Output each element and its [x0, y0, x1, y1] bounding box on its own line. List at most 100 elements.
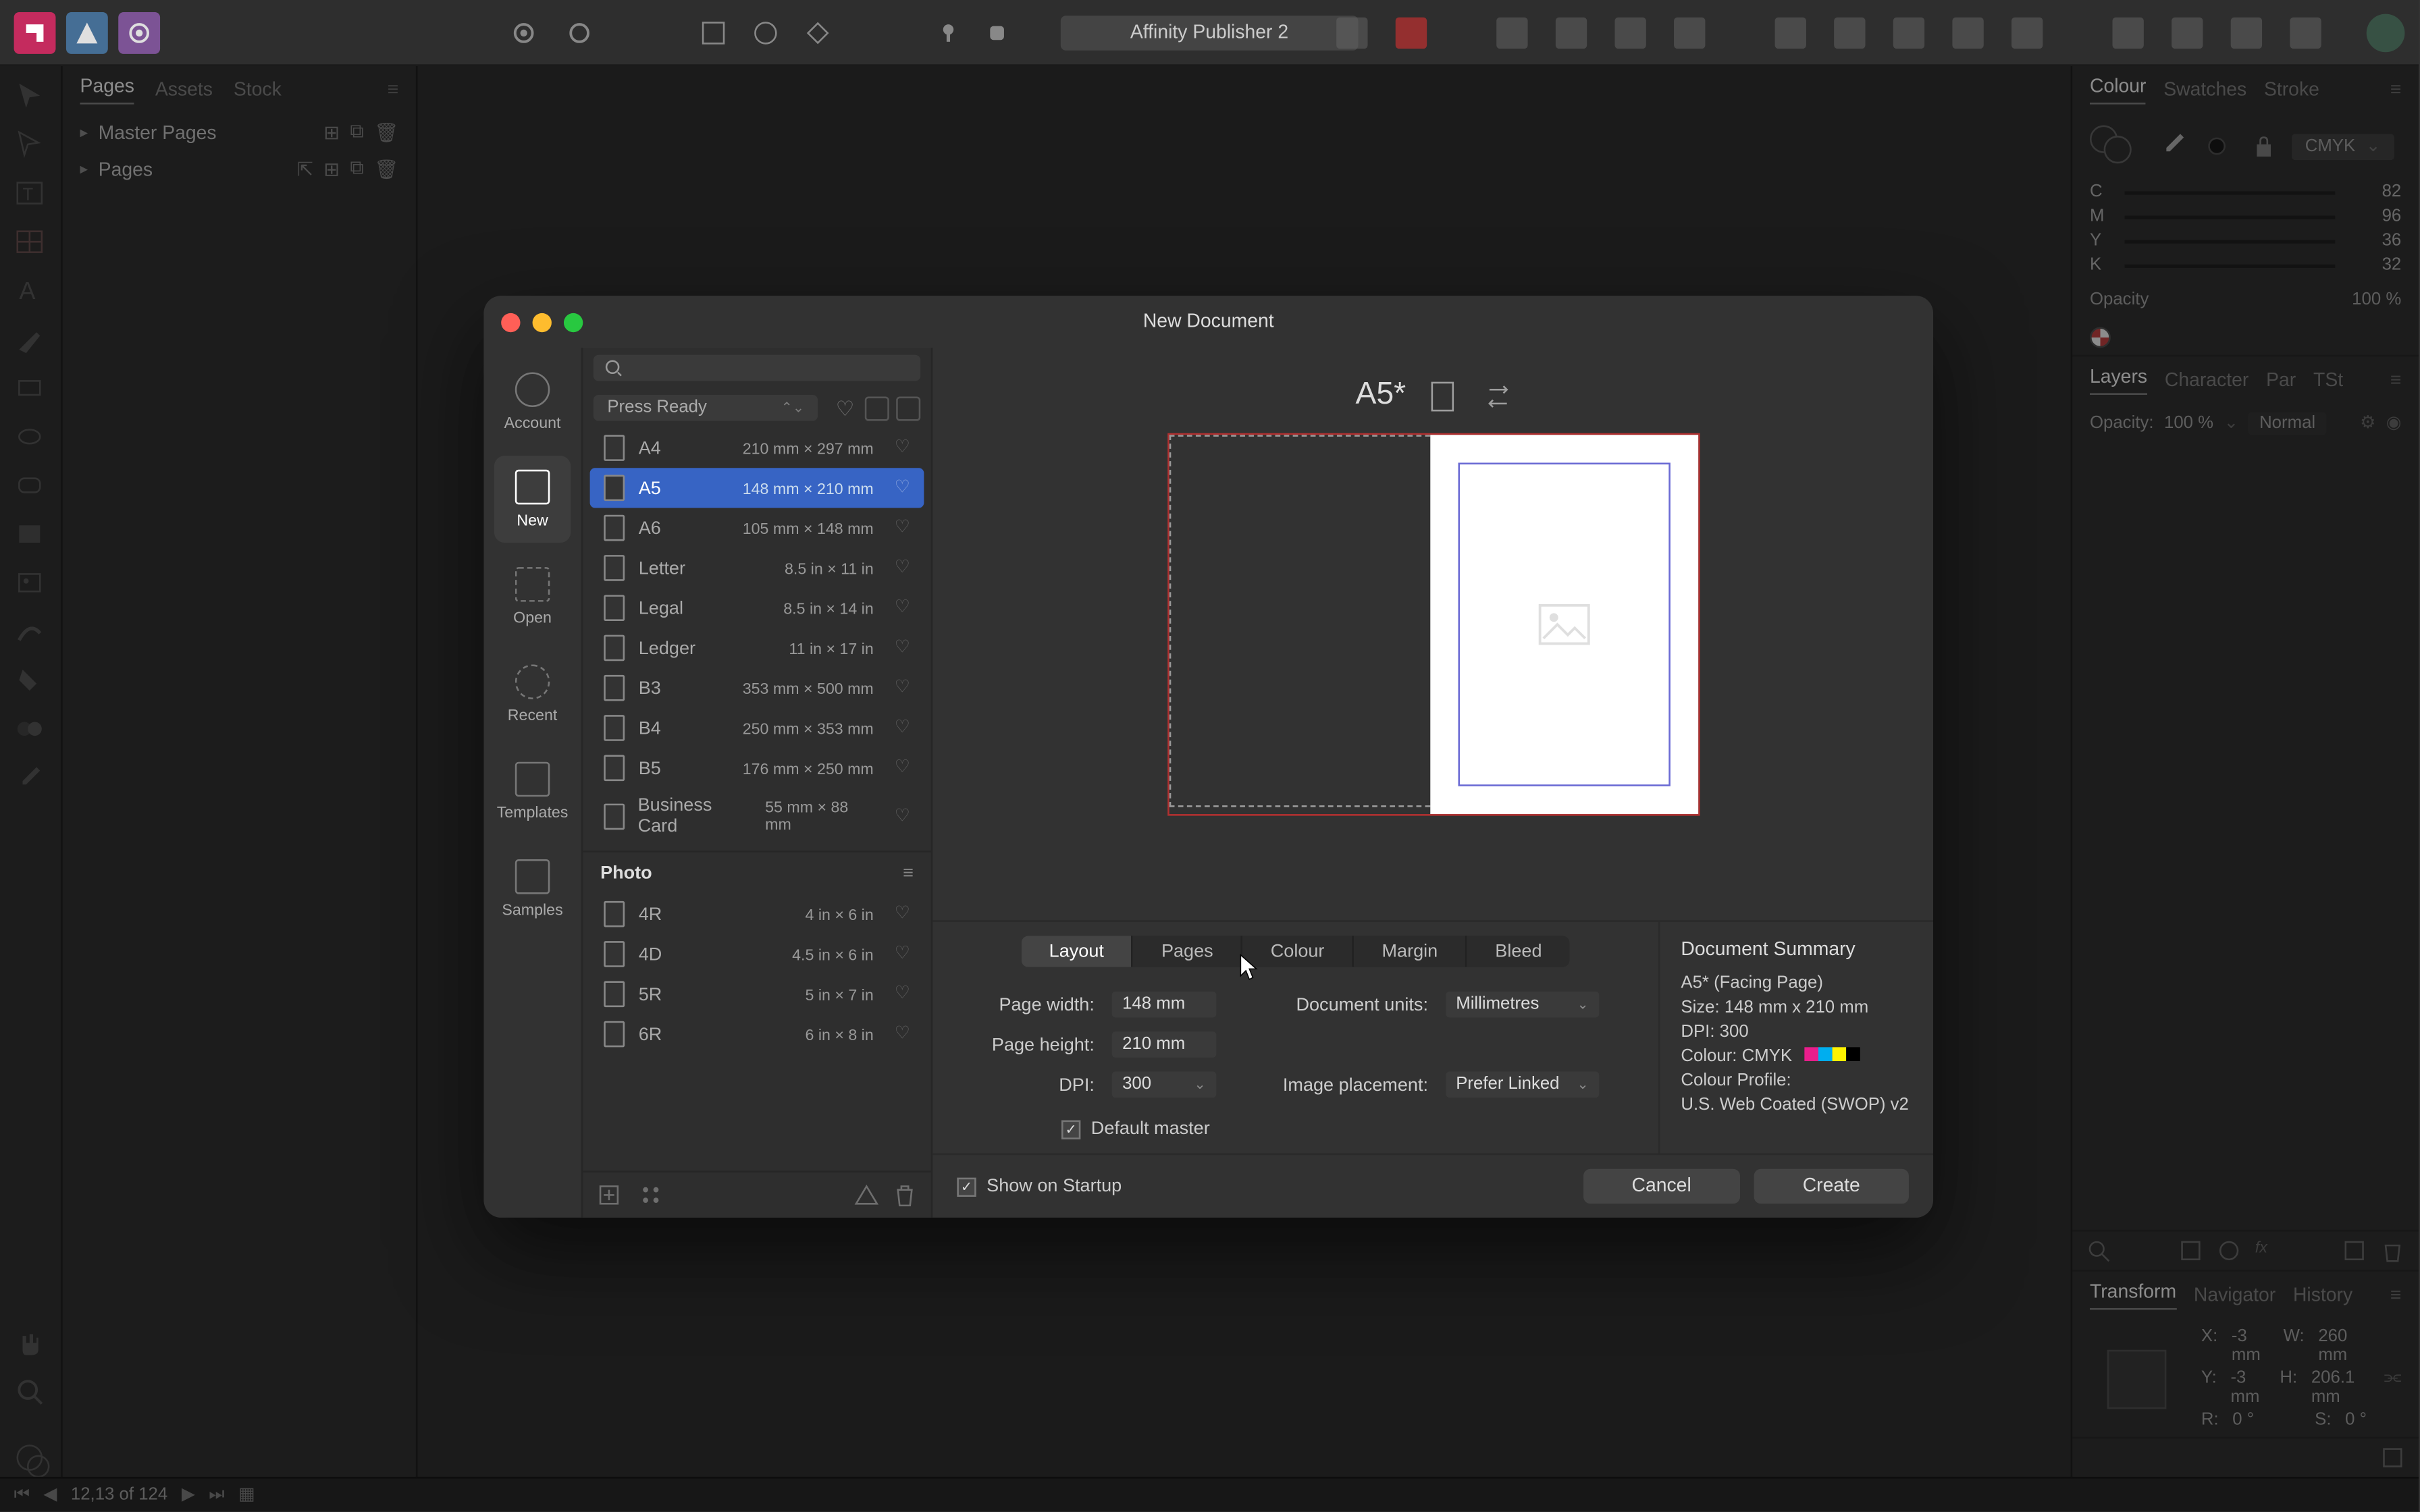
first-page-icon[interactable]: ⏮	[14, 1486, 30, 1505]
noise-swatch[interactable]	[2090, 327, 2111, 348]
category-open[interactable]: Open	[494, 553, 571, 640]
preset-item[interactable]: B5 176 mm × 250 mm ♡	[590, 748, 924, 788]
ungroup-icon[interactable]	[2172, 16, 2203, 47]
slider-y[interactable]	[2125, 239, 2336, 242]
delete-preset-icon[interactable]	[893, 1183, 917, 1207]
pin-filled-icon[interactable]	[985, 20, 1009, 45]
align-panel-icon[interactable]	[1336, 16, 1367, 47]
favourite-icon[interactable]: ♡	[895, 985, 910, 1004]
config-tab-bleed[interactable]: Bleed	[1467, 936, 1570, 967]
frame-text-tool-icon[interactable]: T	[13, 178, 48, 213]
link-icon[interactable]	[2231, 16, 2262, 47]
show-on-startup-checkbox[interactable]: ✓	[957, 1177, 976, 1195]
page-counter[interactable]: 12,13 of 124	[71, 1486, 167, 1505]
diamond-icon[interactable]	[804, 18, 832, 46]
swap-orientation-icon[interactable]	[1483, 380, 1510, 408]
ellipse-tool-icon[interactable]	[13, 421, 48, 456]
fill-tool-icon[interactable]	[13, 664, 48, 699]
cancel-button[interactable]: Cancel	[1583, 1169, 1740, 1204]
page-width-input[interactable]: 148 mm	[1112, 992, 1217, 1018]
hand-tool-icon[interactable]	[13, 1327, 48, 1362]
category-new[interactable]: New	[494, 456, 571, 543]
config-tab-margin[interactable]: Margin	[1354, 936, 1467, 967]
preset-item[interactable]: B3 353 mm × 500 mm ♡	[590, 668, 924, 708]
s-value[interactable]: 0 °	[2345, 1411, 2367, 1430]
grid-view-icon[interactable]	[896, 396, 920, 420]
slider-k-value[interactable]: 32	[2349, 256, 2401, 275]
tab-stock[interactable]: Stock	[234, 80, 282, 101]
favourite-icon[interactable]: ♡	[895, 1025, 910, 1044]
rounded-rect-tool-icon[interactable]	[13, 470, 48, 505]
favourite-icon[interactable]: ♡	[895, 718, 910, 737]
duplicate-master-icon[interactable]: ⧉	[350, 122, 363, 144]
maximize-window-button[interactable]	[564, 313, 583, 331]
layer-opacity-value[interactable]: 100 %	[2164, 414, 2213, 433]
artistic-text-tool-icon[interactable]: A	[13, 275, 48, 310]
favourite-icon[interactable]: ♡	[895, 944, 910, 963]
adjustment-icon[interactable]	[2217, 1239, 2241, 1263]
group-icon[interactable]	[2112, 16, 2143, 47]
place-image-tool-icon[interactable]	[13, 567, 48, 602]
preset-item[interactable]: Business Card 55 mm × 88 mm ♡	[590, 788, 924, 843]
tab-navigator[interactable]: Navigator	[2194, 1285, 2276, 1306]
master-pages-section[interactable]: ▸ Master Pages ⊞ ⧉ 🗑	[63, 115, 416, 151]
tab-character[interactable]: Character	[2165, 371, 2248, 392]
category-account[interactable]: Account	[494, 358, 571, 446]
r-value[interactable]: 0 °	[2232, 1411, 2254, 1430]
anchor-selector[interactable]	[2107, 1349, 2167, 1408]
preset-item[interactable]: Ledger 11 in × 17 in ♡	[590, 628, 924, 668]
sync-icon[interactable]	[564, 16, 595, 47]
close-window-button[interactable]	[501, 313, 520, 331]
pen-tool-icon[interactable]	[13, 323, 48, 358]
delete-master-icon[interactable]: 🗑	[374, 122, 398, 144]
preset-item[interactable]: 4D 4.5 in × 6 in ♡	[590, 934, 924, 974]
snap-dropdown[interactable]	[1396, 16, 1427, 47]
x-value[interactable]: -3 mm	[2232, 1327, 2269, 1366]
collapse-icon[interactable]: ⇱	[297, 159, 313, 182]
tab-transform[interactable]: Transform	[2090, 1282, 2176, 1310]
minimize-window-button[interactable]	[533, 313, 552, 331]
tab-layers[interactable]: Layers	[2090, 367, 2147, 395]
list-view-icon[interactable]	[865, 396, 889, 420]
gear-icon[interactable]	[508, 16, 539, 47]
favourite-icon[interactable]: ♡	[895, 438, 910, 457]
favourite-icon[interactable]: ♡	[895, 806, 910, 825]
preset-search[interactable]	[594, 355, 920, 381]
page-settings-icon[interactable]: ▦	[238, 1486, 255, 1505]
page-height-input[interactable]: 210 mm	[1112, 1031, 1217, 1058]
tab-pages[interactable]: Pages	[80, 76, 134, 104]
align-center-icon[interactable]	[1834, 16, 1865, 47]
favourite-icon[interactable]: ♡	[895, 639, 910, 657]
image-placement-dropdown[interactable]: Prefer Linked⌄	[1446, 1071, 1600, 1098]
config-tab-colour[interactable]: Colour	[1243, 936, 1354, 967]
add-page-icon[interactable]: ⊞	[323, 159, 340, 182]
designer-persona-icon[interactable]	[66, 11, 108, 53]
preset-item[interactable]: A6 105 mm × 148 mm ♡	[590, 508, 924, 547]
node-tool-icon[interactable]	[13, 129, 48, 164]
prev-page-icon[interactable]: ◀	[43, 1486, 57, 1505]
favourite-icon[interactable]: ♡	[895, 759, 910, 778]
section-menu-icon[interactable]: ≡	[903, 863, 914, 884]
eyedropper-icon[interactable]	[2159, 130, 2190, 161]
blend-mode-dropdown[interactable]: Normal	[2249, 412, 2326, 435]
preset-group-dropdown[interactable]: Press Ready ⌃⌄	[594, 395, 818, 421]
favourite-icon[interactable]: ♡	[895, 905, 910, 923]
y-value[interactable]: -3 mm	[2230, 1369, 2265, 1407]
category-samples[interactable]: Samples	[494, 845, 571, 932]
panel-menu-icon[interactable]: ≡	[2390, 80, 2402, 101]
account-avatar[interactable]	[2367, 13, 2405, 51]
category-recent[interactable]: Recent	[494, 651, 571, 738]
tab-assets[interactable]: Assets	[155, 80, 213, 101]
preset-item[interactable]: B4 250 mm × 353 mm ♡	[590, 708, 924, 748]
fx-text-icon[interactable]: fx	[2255, 1239, 2280, 1263]
layer-fx-icon[interactable]: ◉	[2386, 414, 2402, 433]
eyedropper-tool-icon[interactable]	[13, 762, 48, 797]
preset-warning-icon[interactable]	[854, 1183, 878, 1207]
delete-layer-icon[interactable]	[2380, 1239, 2404, 1263]
pin-icon[interactable]	[936, 20, 960, 45]
tab-paragraph[interactable]: Par	[2266, 371, 2296, 392]
preset-item[interactable]: A5 148 mm × 210 mm ♡	[590, 468, 924, 508]
fill-stroke-selector[interactable]	[2090, 126, 2142, 167]
fill-stroke-swatch-icon[interactable]	[13, 1442, 48, 1477]
add-layer-icon[interactable]	[2342, 1239, 2367, 1263]
